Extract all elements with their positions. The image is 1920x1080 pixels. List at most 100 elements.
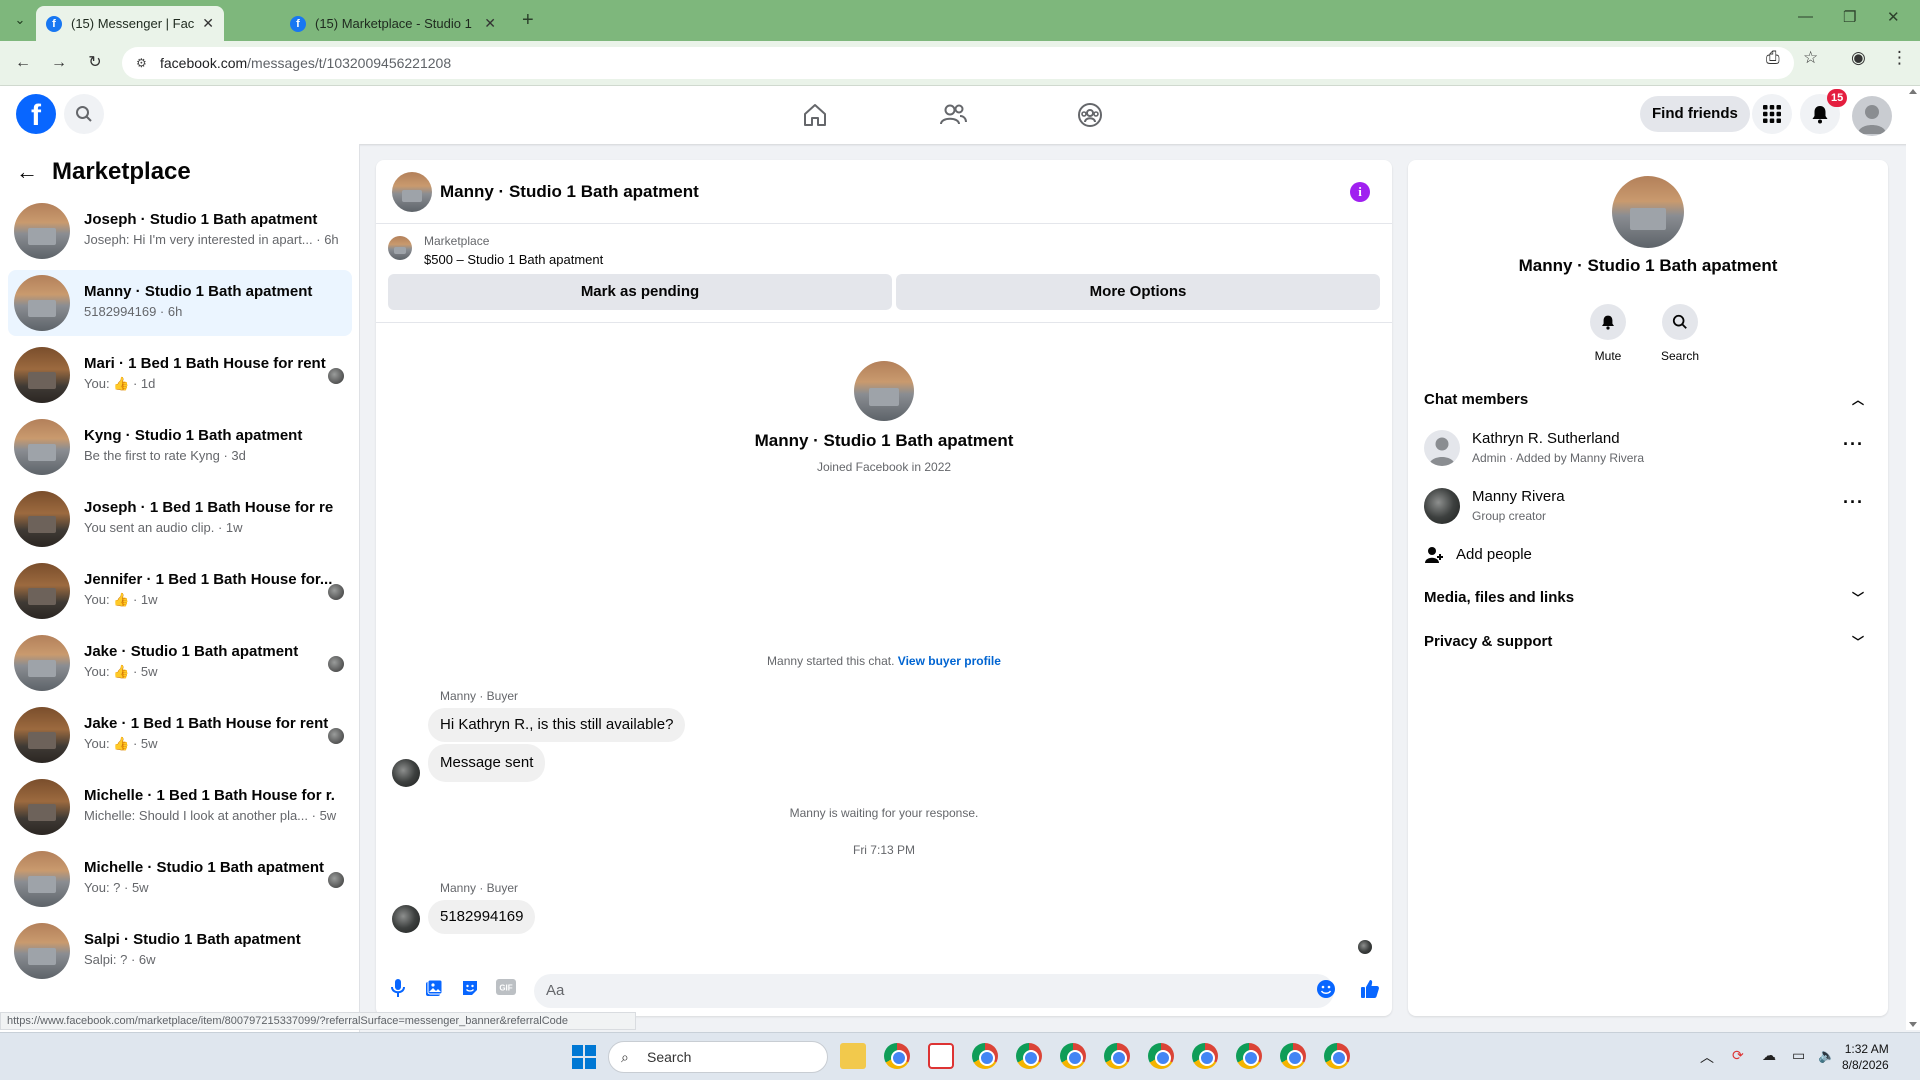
info-avatar[interactable] — [1612, 176, 1684, 248]
sticker-icon[interactable] — [460, 979, 480, 999]
page-scrollbar[interactable] — [1906, 86, 1920, 1030]
browser-menu-icon[interactable]: ⋮ — [1891, 48, 1908, 68]
conversation-item[interactable]: Joseph · Studio 1 Bath apatment Joseph: H… — [8, 198, 352, 264]
onedrive-icon[interactable]: ☁ — [1762, 1047, 1776, 1064]
listing-thumbnail[interactable] — [388, 236, 412, 260]
conversation-item[interactable]: Michelle · 1 Bed 1 Bath House for r... Mi… — [8, 774, 352, 840]
chrome-icon[interactable] — [1236, 1043, 1262, 1069]
sender-avatar[interactable] — [392, 905, 420, 933]
gif-icon[interactable]: GIF — [496, 979, 516, 999]
site-info-icon[interactable]: ⚙ — [136, 56, 150, 70]
chat-members-section[interactable]: Chat members ︿ — [1424, 384, 1872, 416]
chevron-up-icon: ︿ — [1851, 393, 1864, 407]
conversation-thumbnail — [14, 779, 70, 835]
find-friends-button[interactable]: Find friends — [1640, 96, 1750, 132]
profile-icon[interactable]: ◉ — [1851, 48, 1866, 68]
browser-tab-marketplace[interactable]: f (15) Marketplace - Studio 1 Bat ✕ — [280, 6, 506, 41]
conversation-title: Michelle · Studio 1 Bath apatment — [84, 859, 325, 876]
conversation-thumbnail — [14, 347, 70, 403]
minimize-icon[interactable]: — — [1798, 8, 1813, 25]
conversation-item[interactable]: Jennifer · 1 Bed 1 Bath House for... You:… — [8, 558, 352, 624]
conversation-item[interactable]: Joseph · 1 Bed 1 Bath House for rent You … — [8, 486, 352, 552]
conversation-info-panel: Manny · Studio 1 Bath apatment Mute Sear… — [1408, 160, 1888, 1016]
mark-as-pending-button[interactable]: Mark as pending — [388, 274, 892, 310]
emoji-icon[interactable] — [1316, 979, 1336, 999]
chrome-icon[interactable] — [1104, 1043, 1130, 1069]
sender-avatar[interactable] — [392, 759, 420, 787]
close-window-icon[interactable]: ✕ — [1887, 8, 1900, 26]
more-options-icon[interactable]: ··· — [1843, 434, 1864, 455]
like-thumb-icon[interactable] — [1360, 979, 1380, 999]
sender-label: Manny · Buyer — [440, 881, 519, 895]
message-input[interactable]: Aa — [534, 974, 1334, 1008]
display-icon[interactable]: ▭ — [1792, 1047, 1805, 1064]
restore-icon[interactable]: ❐ — [1843, 8, 1856, 26]
home-tab[interactable] — [800, 100, 830, 130]
volume-icon[interactable]: 🔈 — [1818, 1047, 1835, 1064]
conversation-item[interactable]: Jake · 1 Bed 1 Bath House for rent You: 👍… — [8, 702, 352, 768]
mute-action[interactable]: Mute — [1578, 304, 1638, 363]
media-files-links-section[interactable]: Media, files and links ﹀ — [1424, 582, 1872, 614]
new-tab-icon[interactable]: + — [522, 9, 534, 32]
sync-icon[interactable]: ⟳ — [1732, 1047, 1744, 1064]
account-icon — [1858, 105, 1886, 134]
close-tab-icon[interactable]: ✕ — [202, 15, 214, 32]
bookmark-star-icon[interactable]: ☆ — [1803, 48, 1818, 68]
chrome-icon[interactable] — [1016, 1043, 1042, 1069]
message-bubble[interactable]: Message sent — [428, 744, 546, 782]
groups-tab[interactable] — [1075, 100, 1105, 130]
facebook-logo[interactable]: f — [16, 94, 56, 134]
snipping-tool-icon[interactable] — [928, 1043, 954, 1069]
chat-title[interactable]: Manny · Studio 1 Bath apatment — [440, 182, 699, 202]
conversation-item[interactable]: Jake · Studio 1 Bath apatment You: 👍 · 5w — [8, 630, 352, 696]
menu-button[interactable] — [1752, 94, 1792, 134]
microphone-icon[interactable] — [388, 979, 408, 999]
file-explorer-icon[interactable] — [840, 1043, 866, 1069]
search-button[interactable] — [64, 94, 104, 134]
close-tab-icon[interactable]: ✕ — [484, 15, 496, 32]
account-avatar[interactable] — [1852, 96, 1892, 136]
friends-tab[interactable] — [938, 100, 968, 130]
back-icon[interactable]: ← — [11, 51, 35, 75]
conversation-title: Mari · 1 Bed 1 Bath House for rent — [84, 355, 326, 372]
chrome-icon[interactable] — [1280, 1043, 1306, 1069]
search-action[interactable]: Search — [1650, 304, 1710, 363]
chrome-icon[interactable] — [1192, 1043, 1218, 1069]
more-options-button[interactable]: More Options — [896, 274, 1380, 310]
member-row[interactable]: Kathryn R. Sutherland Admin · Added by M… — [1424, 424, 1872, 472]
conversation-item[interactable]: Salpi · Studio 1 Bath apatment Salpi: ? ·… — [8, 918, 352, 984]
search-label: Search — [1660, 349, 1700, 363]
chrome-icon[interactable] — [1060, 1043, 1086, 1069]
back-arrow-icon[interactable]: ← — [16, 159, 38, 185]
chat-avatar[interactable] — [392, 172, 432, 212]
chrome-icon[interactable] — [1324, 1043, 1350, 1069]
conversation-item[interactable]: Mari · 1 Bed 1 Bath House for rent You: 👍… — [8, 342, 352, 408]
info-icon[interactable]: i — [1350, 182, 1370, 202]
tab-search-chevron-icon[interactable]: ⌄ — [10, 10, 30, 30]
tray-chevron-icon[interactable]: ︿ — [1700, 1047, 1714, 1067]
more-options-icon[interactable]: ··· — [1843, 492, 1864, 513]
message-bubble[interactable]: Hi Kathryn R., is this still available? — [428, 708, 686, 742]
sidebar-title: Marketplace — [52, 158, 191, 185]
listing-title[interactable]: $500 – Studio 1 Bath apatment — [424, 252, 603, 267]
taskbar-search[interactable]: ⌕ Search — [608, 1041, 828, 1073]
address-bar[interactable]: ⚙ facebook.com/messages/t/10320094562212… — [122, 47, 1794, 79]
member-row[interactable]: Manny Rivera Group creator ··· — [1424, 482, 1872, 530]
friends-icon — [940, 104, 967, 125]
chrome-icon[interactable] — [1148, 1043, 1174, 1069]
install-app-icon[interactable]: ⎙ — [1766, 48, 1780, 68]
privacy-support-section[interactable]: Privacy & support ﹀ — [1424, 626, 1872, 658]
view-buyer-profile-link[interactable]: View buyer profile — [898, 654, 1001, 668]
browser-tab-messenger[interactable]: f (15) Messenger | Facebook ✕ — [36, 6, 224, 41]
windows-start-icon[interactable] — [572, 1045, 596, 1069]
forward-icon[interactable]: → — [47, 51, 71, 75]
conversation-item[interactable]: Michelle · Studio 1 Bath apatment You: ? … — [8, 846, 352, 912]
chrome-icon[interactable] — [972, 1043, 998, 1069]
taskbar-clock[interactable]: 1:32 AM 8/8/2026 — [1842, 1041, 1889, 1073]
message-bubble[interactable]: 5182994169 — [428, 900, 536, 934]
photo-icon[interactable] — [424, 979, 444, 999]
chrome-icon[interactable] — [884, 1043, 910, 1069]
conversation-item[interactable]: Kyng · Studio 1 Bath apatment Be the firs… — [8, 414, 352, 480]
reload-icon[interactable]: ↻ — [83, 51, 107, 75]
conversation-item[interactable]: Manny · Studio 1 Bath apatment 5182994169… — [8, 270, 352, 336]
